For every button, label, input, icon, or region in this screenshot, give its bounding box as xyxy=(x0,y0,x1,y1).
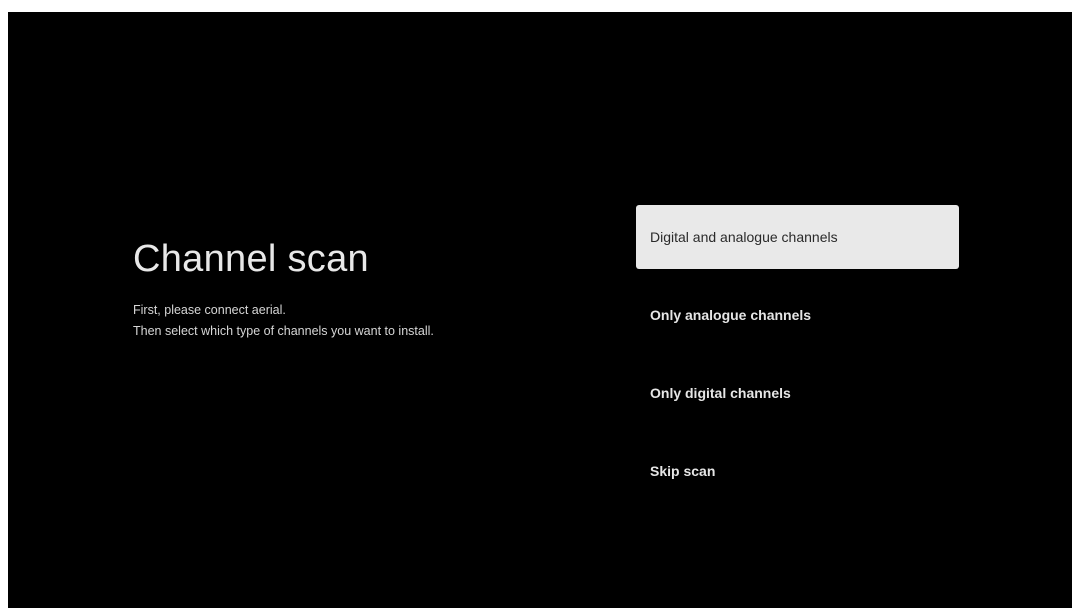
info-panel: Channel scan First, please connect aeria… xyxy=(133,235,573,342)
scan-options-list: Digital and analogue channels Only analo… xyxy=(636,205,959,517)
option-label: Only analogue channels xyxy=(650,307,812,323)
option-only-digital[interactable]: Only digital channels xyxy=(636,361,959,425)
option-label: Only digital channels xyxy=(650,385,791,401)
description-line: Then select which type of channels you w… xyxy=(133,324,434,338)
page-description: First, please connect aerial. Then selec… xyxy=(133,300,573,342)
option-label: Digital and analogue channels xyxy=(650,229,838,245)
page-title: Channel scan xyxy=(133,238,369,280)
option-only-analogue[interactable]: Only analogue channels xyxy=(636,283,959,347)
option-label: Skip scan xyxy=(650,463,716,479)
tv-screen: Channel scan First, please connect aeria… xyxy=(8,12,1072,608)
option-digital-and-analogue[interactable]: Digital and analogue channels xyxy=(636,205,959,269)
description-line: First, please connect aerial. xyxy=(133,303,286,317)
option-skip-scan[interactable]: Skip scan xyxy=(636,439,959,503)
